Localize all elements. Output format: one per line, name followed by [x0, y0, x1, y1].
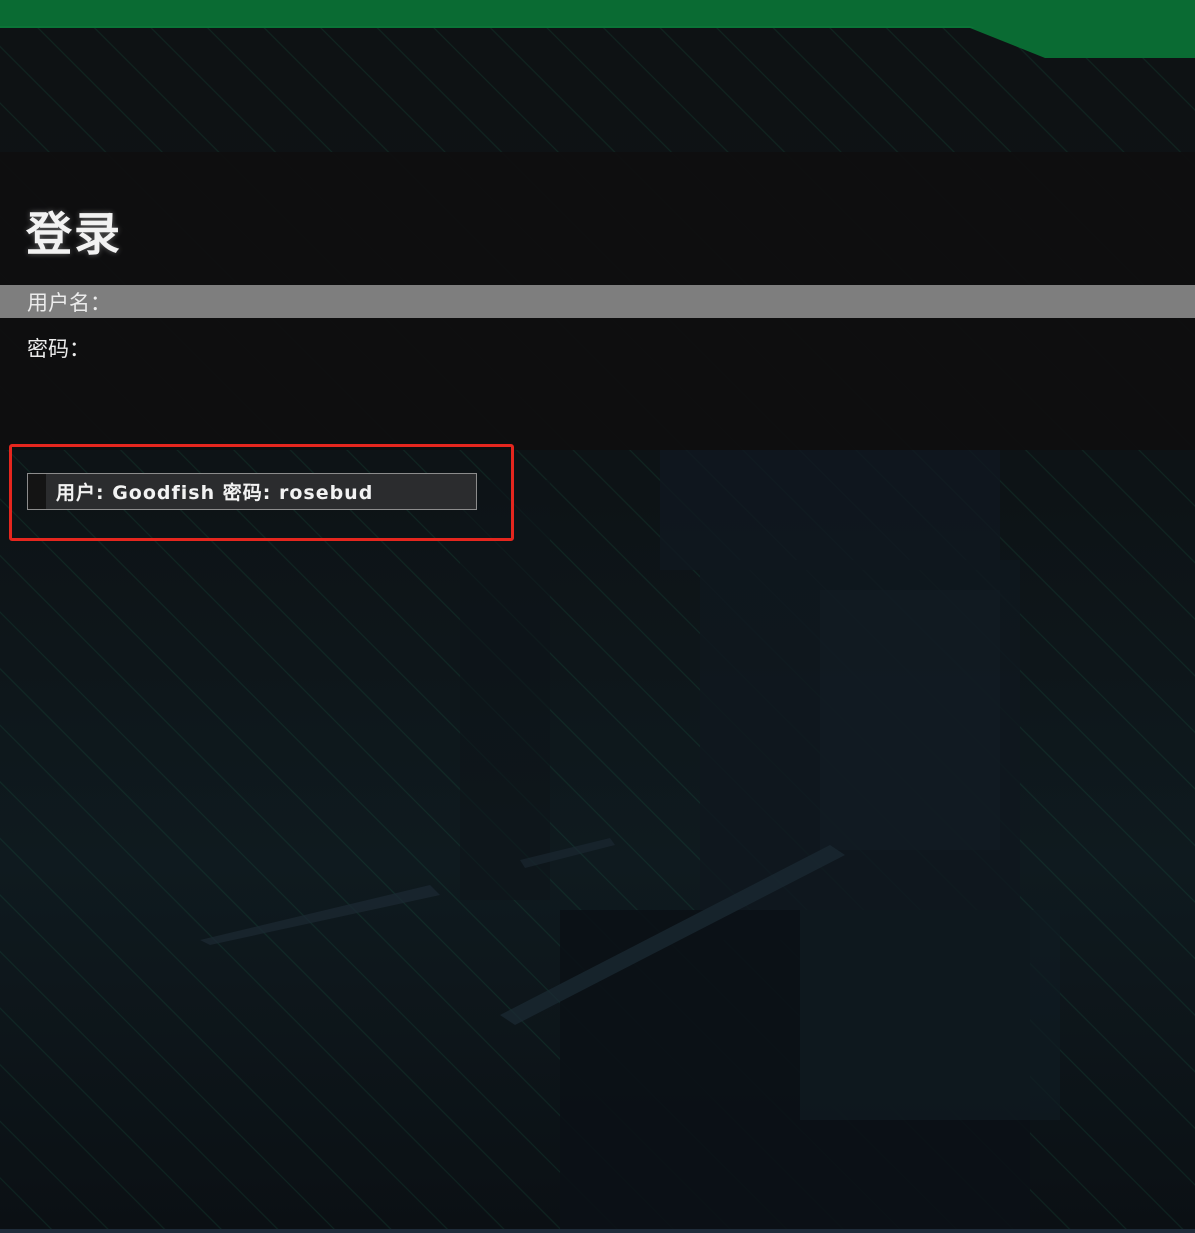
password-label: 密码： — [27, 336, 90, 361]
top-accent-bar — [0, 0, 1195, 58]
bottom-edge-line — [0, 1229, 1195, 1233]
login-screen: 登录 用户名： 密码： 用户: Goodfish 密码: rosebud — [0, 0, 1195, 1233]
hint-text: 用户: Goodfish 密码: rosebud — [56, 482, 374, 504]
username-field[interactable]: 用户名： — [0, 285, 1195, 318]
credentials-hint: 用户: Goodfish 密码: rosebud — [27, 473, 477, 510]
password-field[interactable]: 密码： — [0, 331, 1195, 364]
page-title: 登录 — [26, 207, 122, 261]
background-scene — [200, 450, 1060, 1233]
username-label: 用户名： — [27, 290, 111, 315]
hint-marker — [28, 474, 46, 509]
